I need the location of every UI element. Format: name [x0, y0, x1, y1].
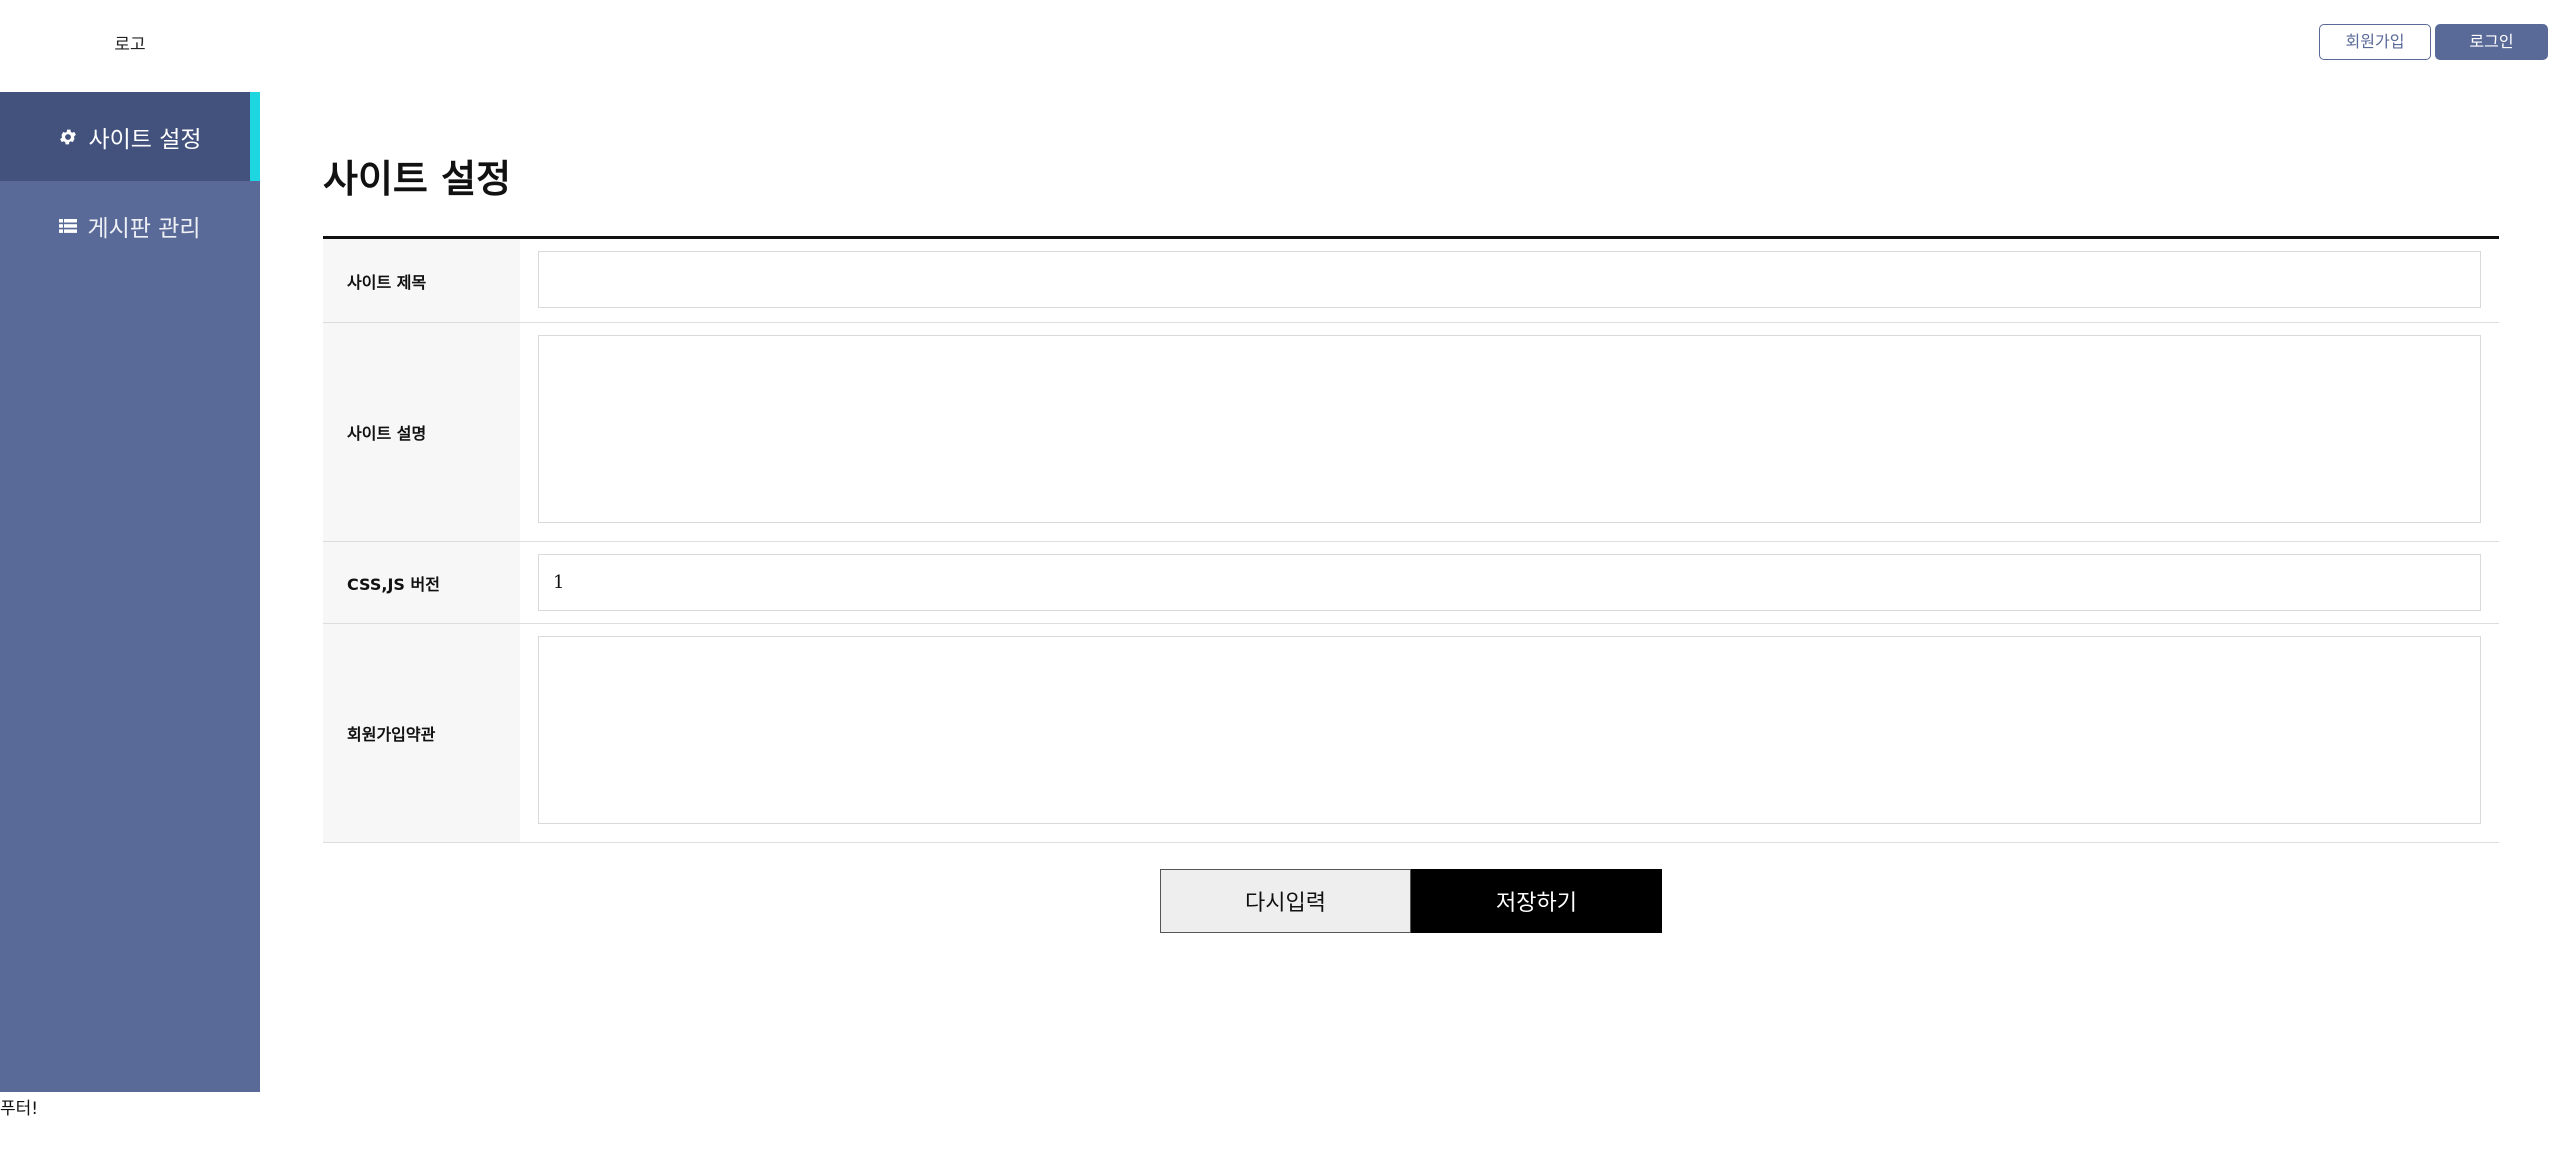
- site-description-textarea[interactable]: [538, 335, 2481, 523]
- footer: 푸터!: [0, 1099, 39, 1119]
- save-button[interactable]: 저장하기: [1411, 869, 1662, 933]
- page-title: 사이트 설정: [323, 157, 512, 201]
- login-button[interactable]: 로그인: [2435, 24, 2548, 60]
- field-label: 회원가입약관: [323, 624, 520, 842]
- join-button[interactable]: 회원가입: [2319, 24, 2431, 60]
- form-row-signup-terms: 회원가입약관: [323, 624, 2499, 843]
- list-icon: [59, 218, 78, 234]
- logo[interactable]: 로고: [0, 30, 260, 55]
- form-row-site-description: 사이트 설명: [323, 323, 2499, 542]
- main-content: 사이트 설정 사이트 제목 사이트 설명 CSS,JS 버전 회원가입약관: [323, 92, 2499, 933]
- auth-buttons: 회원가입 로그인: [2319, 24, 2548, 60]
- sidebar-item-label: 사이트 설정: [88, 126, 202, 153]
- sidebar-item-board-management[interactable]: 게시판 관리: [0, 181, 260, 270]
- settings-form: 사이트 제목 사이트 설명 CSS,JS 버전 회원가입약관: [323, 236, 2499, 843]
- sidebar-item-label: 게시판 관리: [87, 215, 201, 242]
- signup-terms-textarea[interactable]: [538, 636, 2481, 824]
- site-title-input[interactable]: [538, 251, 2481, 308]
- sidebar: 사이트 설정 게시판 관리: [0, 92, 260, 1092]
- header: 로고 회원가입 로그인: [0, 0, 2556, 92]
- gear-icon: [58, 127, 78, 147]
- form-row-site-title: 사이트 제목: [323, 239, 2499, 323]
- field-label: CSS,JS 버전: [323, 542, 520, 623]
- sidebar-item-site-settings[interactable]: 사이트 설정: [0, 92, 260, 181]
- css-js-version-input[interactable]: [538, 554, 2481, 611]
- field-label: 사이트 설명: [323, 323, 520, 541]
- form-row-css-js-version: CSS,JS 버전: [323, 542, 2499, 624]
- form-actions: 다시입력 저장하기: [323, 869, 2499, 933]
- field-label: 사이트 제목: [323, 239, 520, 322]
- reset-button[interactable]: 다시입력: [1160, 869, 1411, 933]
